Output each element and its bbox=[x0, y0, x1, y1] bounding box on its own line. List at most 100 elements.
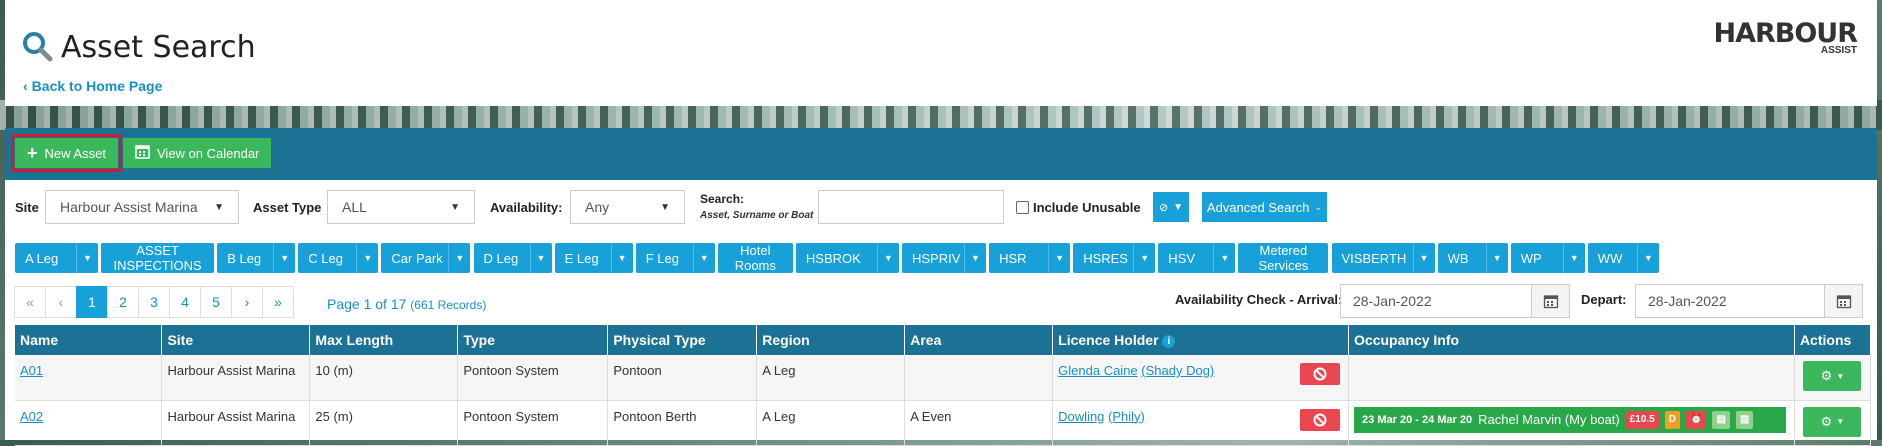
col-occupancy-info[interactable]: Occupancy Info bbox=[1348, 325, 1795, 355]
row-actions-button[interactable]: ⚙ ▼ bbox=[1803, 361, 1862, 391]
tag-visberth[interactable]: VISBERTH ▼ bbox=[1331, 243, 1435, 273]
col-type[interactable]: Type bbox=[457, 325, 609, 355]
caret-down-icon[interactable]: ▼ bbox=[1133, 243, 1155, 273]
arrival-date-field[interactable]: 28-Jan-2022 bbox=[1340, 284, 1570, 318]
tag-car-park[interactable]: Car Park ▼ bbox=[381, 243, 471, 273]
tag-label: HSRES bbox=[1083, 250, 1128, 266]
first-page-button[interactable]: « bbox=[14, 286, 46, 318]
cell-physical-type: Pontoon Berth bbox=[607, 400, 758, 446]
page-1-button[interactable]: 1 bbox=[76, 286, 108, 318]
tag-wp[interactable]: WP ▼ bbox=[1510, 243, 1585, 273]
caret-down-icon[interactable]: ▼ bbox=[356, 243, 378, 273]
caret-down-icon[interactable]: ▼ bbox=[1213, 243, 1235, 273]
tag-metered-services[interactable]: Metered Services bbox=[1238, 243, 1329, 273]
tag-hotel-rooms[interactable]: Hotel Rooms bbox=[717, 243, 793, 273]
col-region[interactable]: Region bbox=[756, 325, 906, 355]
chevron-down-icon: ▼ bbox=[1836, 417, 1845, 426]
caret-down-icon[interactable]: ▼ bbox=[964, 243, 986, 273]
caret-down-icon[interactable]: ▼ bbox=[692, 243, 715, 273]
clear-filter-button[interactable]: ⊘ ▼ bbox=[1153, 192, 1189, 222]
asset-type-select[interactable]: ALL ▼ bbox=[327, 190, 475, 224]
caret-down-icon[interactable]: ▼ bbox=[1562, 243, 1585, 273]
caret-down-icon[interactable]: ▼ bbox=[76, 243, 98, 273]
tag-ww[interactable]: WW ▼ bbox=[1587, 243, 1659, 273]
view-on-calendar-button[interactable]: View on Calendar bbox=[123, 138, 272, 168]
calendar-icon[interactable] bbox=[1531, 285, 1569, 317]
holder-link[interactable]: Dowling bbox=[1058, 409, 1104, 424]
include-unusable-checkbox[interactable]: Include Unusable bbox=[1016, 200, 1141, 215]
caret-down-icon[interactable]: ▼ bbox=[876, 243, 899, 273]
tag-a-leg[interactable]: A Leg ▼ bbox=[15, 243, 98, 273]
prev-page-button[interactable]: ‹ bbox=[45, 286, 77, 318]
search-panel: Site Harbour Assist Marina ▼ Asset Type … bbox=[5, 180, 1877, 446]
alarm-icon: ⏰ bbox=[1686, 410, 1707, 429]
caret-down-icon[interactable]: ▼ bbox=[1048, 243, 1070, 273]
tag-label: HSR bbox=[999, 250, 1027, 266]
search-input[interactable] bbox=[818, 190, 1004, 224]
tag-d-leg[interactable]: D Leg ▼ bbox=[473, 243, 552, 273]
calendar-icon bbox=[135, 144, 150, 162]
calendar-icon[interactable] bbox=[1824, 285, 1862, 317]
next-page-button[interactable]: › bbox=[231, 286, 263, 318]
arrival-date-value: 28-Jan-2022 bbox=[1353, 293, 1432, 309]
page-4-button[interactable]: 4 bbox=[169, 286, 201, 318]
col-area[interactable]: Area bbox=[904, 325, 1054, 355]
col-max-length[interactable]: Max Length bbox=[309, 325, 459, 355]
availability-select[interactable]: Any ▼ bbox=[570, 190, 685, 224]
asset-link[interactable]: A02 bbox=[20, 409, 43, 424]
tag-hsres[interactable]: HSRES ▼ bbox=[1073, 243, 1156, 273]
new-asset-button[interactable]: + New Asset bbox=[11, 134, 122, 172]
page-3-button[interactable]: 3 bbox=[138, 286, 170, 318]
row-actions-button[interactable]: ⚙ ▼ bbox=[1803, 406, 1862, 437]
tag-hsbrok[interactable]: HSBROK ▼ bbox=[795, 243, 899, 273]
tag-e-leg[interactable]: E Leg ▼ bbox=[554, 243, 633, 273]
tag-c-leg[interactable]: C Leg ▼ bbox=[298, 243, 379, 273]
plus-icon: + bbox=[27, 142, 38, 163]
depart-date-field[interactable]: 28-Jan-2022 bbox=[1635, 284, 1863, 318]
advanced-search-button[interactable]: Advanced Search ⌄ bbox=[1202, 192, 1327, 222]
table-row: A01 Harbour Assist Marina 10 (m) Pontoon… bbox=[15, 355, 1872, 401]
tag-label: Metered Services bbox=[1258, 243, 1309, 273]
boat-link[interactable]: (Shady Dog) bbox=[1141, 363, 1214, 378]
caret-down-icon[interactable]: ▼ bbox=[1636, 243, 1659, 273]
cell-type: Pontoon System bbox=[457, 355, 609, 401]
tag-wb[interactable]: WB ▼ bbox=[1437, 243, 1508, 273]
page-2-button[interactable]: 2 bbox=[107, 286, 139, 318]
cancel-licence-button[interactable] bbox=[1300, 363, 1341, 385]
tag-hsr[interactable]: HSR ▼ bbox=[989, 243, 1071, 273]
tag-hsv[interactable]: HSV ▼ bbox=[1158, 243, 1236, 273]
ban-icon: ⊘ bbox=[1158, 201, 1169, 214]
occupancy-booking[interactable]: 23 Mar 20 - 24 Mar 20 Rachel Marvin (My … bbox=[1354, 406, 1786, 433]
caret-down-icon[interactable]: ▼ bbox=[610, 243, 633, 273]
cancel-licence-button[interactable] bbox=[1300, 408, 1341, 431]
asset-link[interactable]: A01 bbox=[20, 363, 43, 378]
boat-link[interactable]: (Phily) bbox=[1108, 409, 1145, 424]
chevron-down-icon: ▼ bbox=[214, 201, 224, 213]
tag-b-leg[interactable]: B Leg ▼ bbox=[217, 243, 296, 273]
cell-actions: ⚙ ▼ bbox=[1794, 355, 1872, 401]
search-hint: Asset, Surname or Boat bbox=[700, 210, 814, 221]
caret-down-icon[interactable]: ▼ bbox=[1485, 243, 1508, 273]
chevron-down-icon: ▼ bbox=[1836, 371, 1845, 381]
availability-arrival-label: Availability Check - Arrival: bbox=[1175, 292, 1343, 307]
pagination: «‹ 1 2 3 4 5 ›» bbox=[14, 286, 294, 318]
tag-hspriv[interactable]: HSPRIV ▼ bbox=[902, 243, 986, 273]
info-icon[interactable]: i bbox=[1162, 334, 1176, 348]
col-physical-type[interactable]: Physical Type bbox=[607, 325, 758, 355]
last-page-button[interactable]: » bbox=[262, 286, 294, 318]
holder-link[interactable]: Glenda Caine bbox=[1058, 363, 1138, 378]
cell-site: Harbour Assist Marina bbox=[161, 400, 311, 446]
page-5-button[interactable]: 5 bbox=[200, 286, 232, 318]
site-select[interactable]: Harbour Assist Marina ▼ bbox=[45, 190, 239, 224]
col-name[interactable]: Name bbox=[15, 325, 163, 355]
col-site[interactable]: Site bbox=[161, 325, 311, 355]
cell-area bbox=[904, 355, 1054, 401]
caret-down-icon[interactable]: ▼ bbox=[273, 243, 295, 273]
caret-down-icon[interactable]: ▼ bbox=[1412, 243, 1435, 273]
caret-down-icon[interactable]: ▼ bbox=[448, 243, 470, 273]
back-to-home-link[interactable]: ‹ Back to Home Page bbox=[23, 78, 162, 94]
col-licence-holder[interactable]: Licence Holder i bbox=[1052, 325, 1350, 355]
caret-down-icon[interactable]: ▼ bbox=[529, 243, 552, 273]
tag-f-leg[interactable]: F Leg ▼ bbox=[635, 243, 715, 273]
tag-asset-inspections[interactable]: ASSET INSPECTIONS bbox=[101, 243, 215, 273]
